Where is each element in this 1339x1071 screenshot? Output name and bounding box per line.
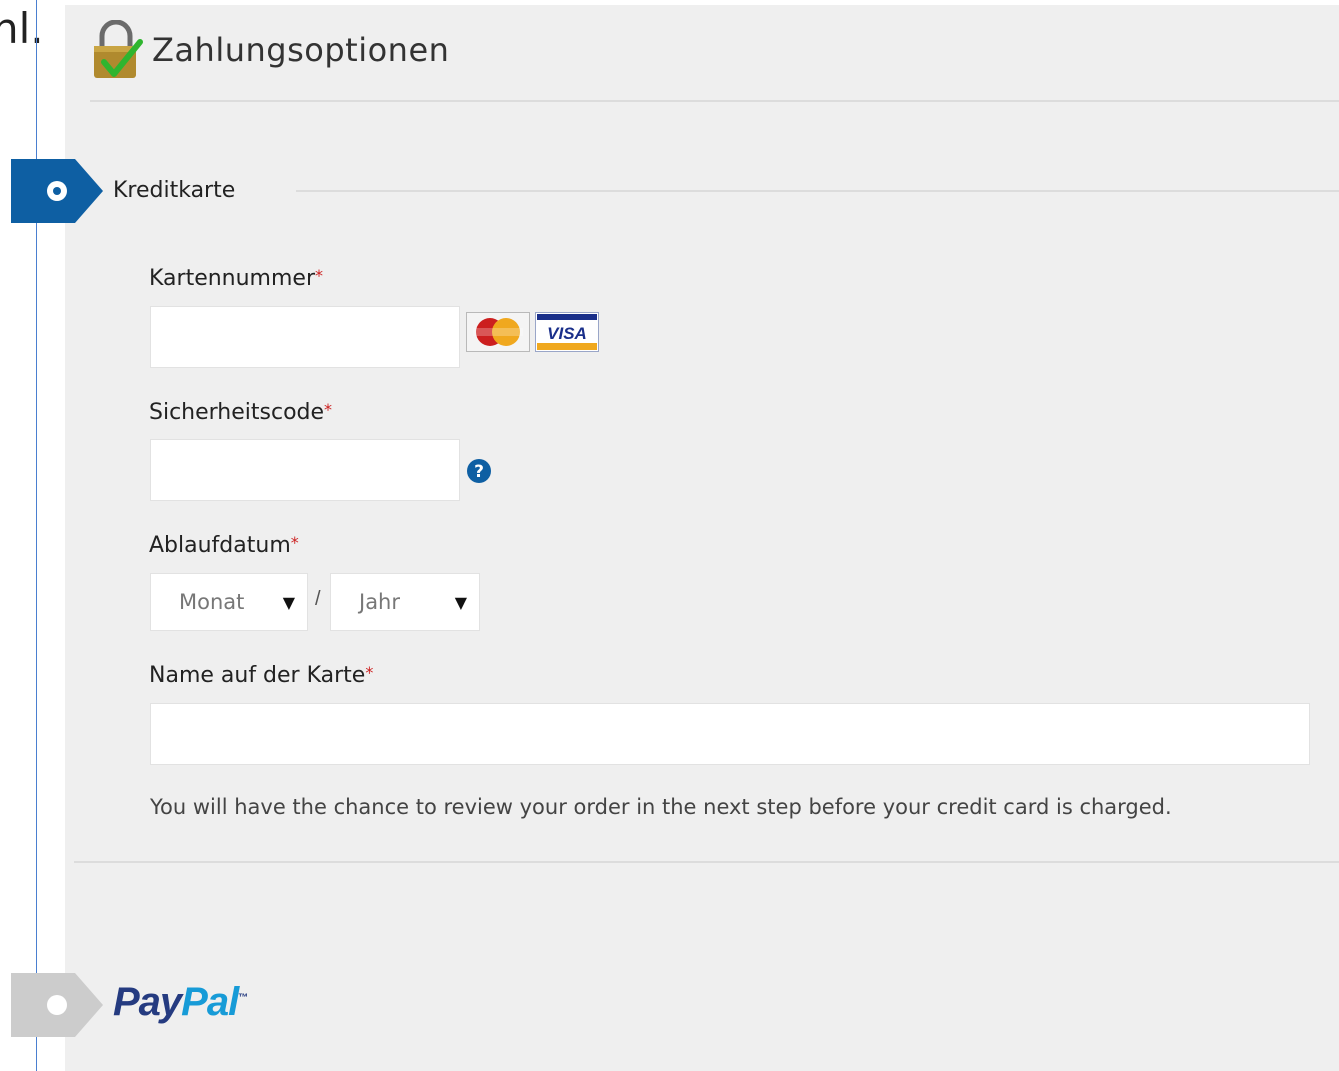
dropdown-caret-icon: ▼ bbox=[282, 592, 295, 612]
cardholder-label-text: Name auf der Karte bbox=[149, 663, 366, 688]
page-title: Zahlungsoptionen bbox=[152, 31, 450, 69]
dropdown-caret-icon: ▼ bbox=[454, 592, 467, 612]
header-divider bbox=[90, 100, 1339, 102]
card-number-label-text: Kartennummer bbox=[149, 266, 315, 291]
creditcard-section-label[interactable]: Kreditkarte bbox=[113, 178, 235, 203]
svg-text:?: ? bbox=[474, 462, 484, 482]
security-code-input[interactable] bbox=[150, 439, 460, 501]
card-number-label: Kartennummer* bbox=[149, 266, 323, 291]
cardholder-label: Name auf der Karte* bbox=[149, 663, 373, 688]
review-note: You will have the chance to review your … bbox=[150, 795, 1172, 819]
security-code-label-text: Sicherheitscode bbox=[149, 400, 325, 425]
required-marker: * bbox=[315, 266, 323, 285]
visa-logo-icon: VISA bbox=[535, 312, 599, 352]
paypal-trademark: ™ bbox=[238, 992, 248, 1004]
paypal-logo-pay: Pay bbox=[113, 980, 182, 1024]
question-icon[interactable]: ? bbox=[466, 458, 492, 484]
background-page-text: hl. bbox=[0, 4, 44, 53]
payment-header: Zahlungsoptionen bbox=[90, 19, 450, 80]
expiry-month-select[interactable]: Monat ▼ bbox=[150, 573, 308, 631]
lock-check-icon bbox=[90, 19, 144, 80]
expiry-year-select[interactable]: Jahr ▼ bbox=[330, 573, 480, 631]
paypal-logo-pal: Pal bbox=[181, 980, 239, 1024]
required-marker: * bbox=[290, 533, 299, 552]
month-select-value: Monat bbox=[179, 590, 245, 614]
security-code-label: Sicherheitscode* bbox=[149, 400, 332, 425]
expiry-label: Ablaufdatum* bbox=[149, 533, 299, 558]
card-number-input[interactable] bbox=[150, 306, 460, 368]
mastercard-logo-icon bbox=[466, 312, 530, 352]
section-divider bbox=[74, 861, 1339, 863]
expiry-label-text: Ablaufdatum bbox=[149, 533, 291, 558]
creditcard-section-divider bbox=[296, 190, 1339, 192]
paypal-logo[interactable]: PayPal™ bbox=[113, 980, 248, 1025]
required-marker: * bbox=[365, 663, 374, 682]
paypal-radio[interactable] bbox=[11, 973, 103, 1037]
year-select-value: Jahr bbox=[359, 590, 401, 614]
svg-text:VISA: VISA bbox=[547, 324, 587, 343]
date-separator: / bbox=[315, 588, 321, 610]
creditcard-radio[interactable] bbox=[11, 159, 103, 223]
cardholder-name-input[interactable] bbox=[150, 703, 1310, 765]
required-marker: * bbox=[324, 400, 333, 419]
